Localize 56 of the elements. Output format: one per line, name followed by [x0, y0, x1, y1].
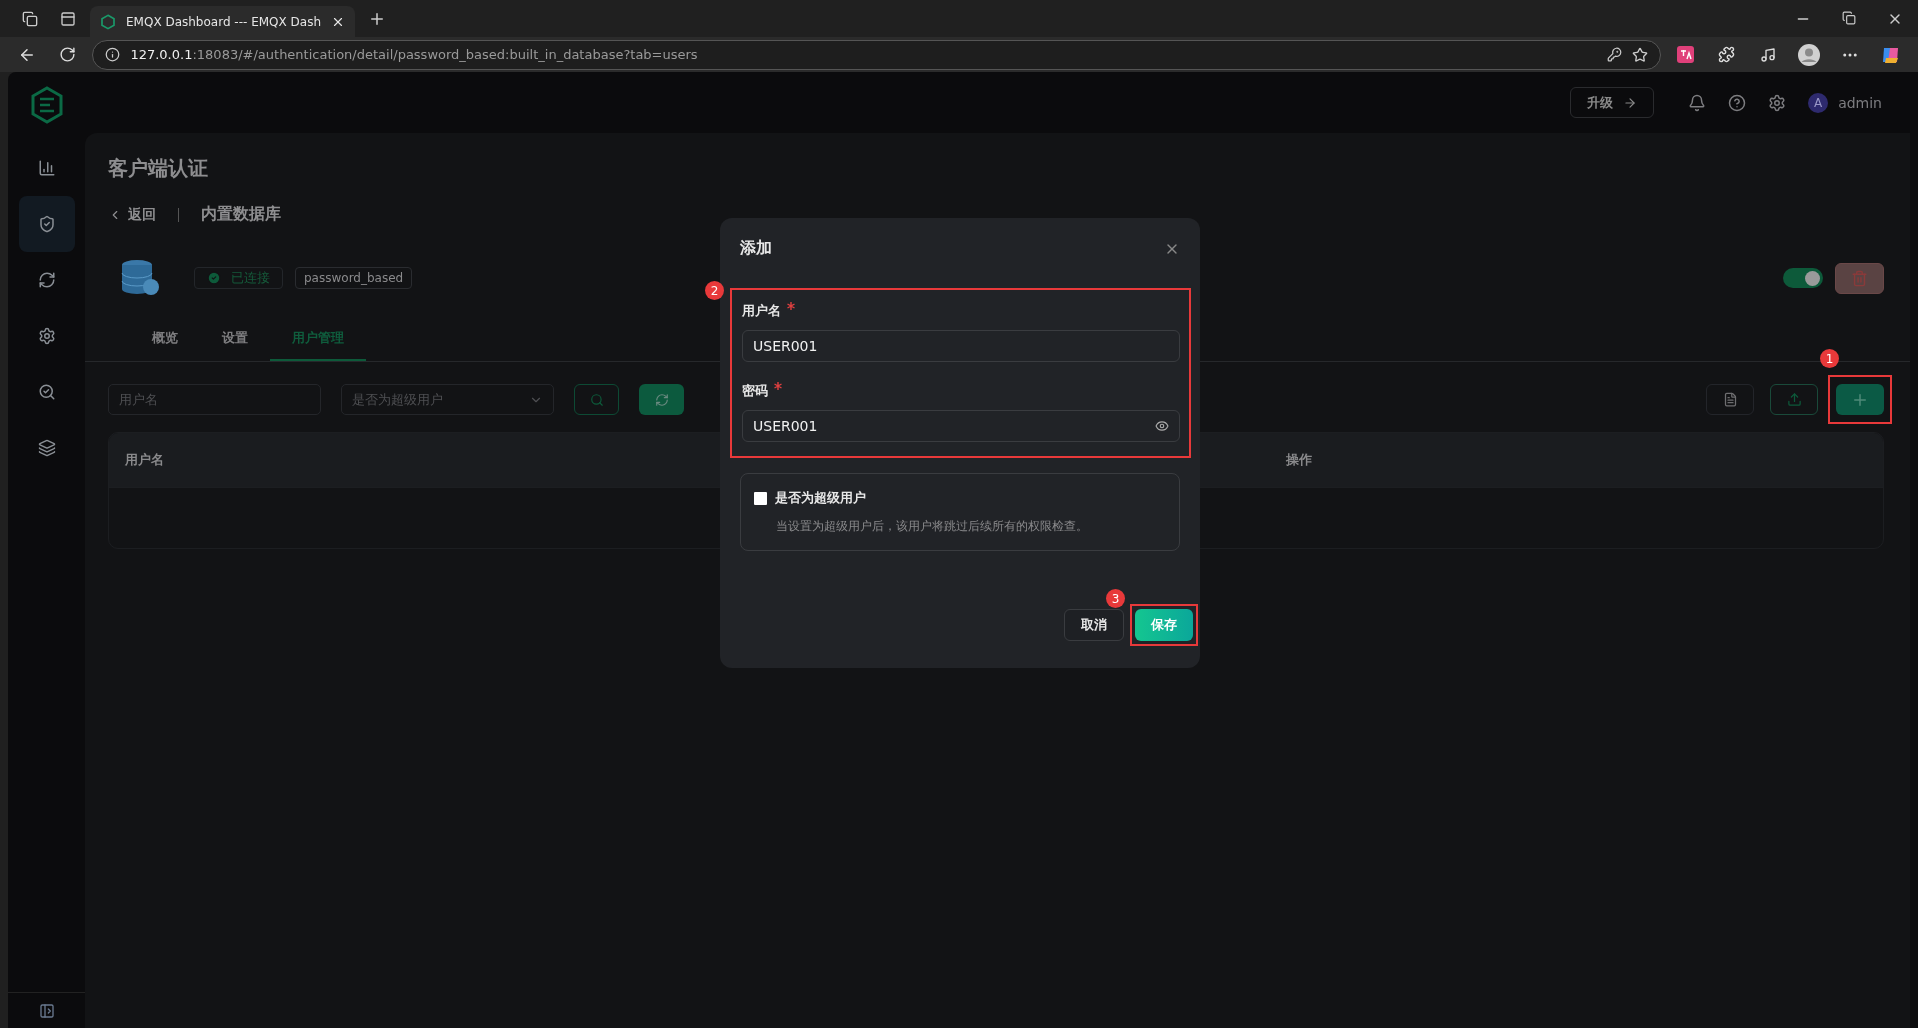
checkbox-label: 是否为超级用户 — [775, 489, 866, 507]
hexagon-icon — [100, 13, 116, 30]
upgrade-button[interactable]: 升级 — [1570, 87, 1655, 118]
trash-icon — [1851, 269, 1868, 287]
page-title: 客户端认证 — [108, 155, 209, 182]
add-button[interactable] — [1836, 384, 1884, 415]
column-header: 操作 — [1286, 451, 1314, 469]
cancel-button[interactable]: 取消 — [1064, 609, 1124, 641]
dialog-title: 添加 — [740, 238, 772, 259]
info-icon[interactable] — [105, 47, 121, 62]
chart-icon — [37, 159, 56, 177]
search-icon — [37, 383, 56, 401]
search-icon — [589, 392, 604, 407]
hint-text: 当设置为超级用户后，该用户将跳过后续所有的权限检查。 — [775, 518, 1089, 535]
database-icon — [120, 259, 160, 297]
key-icon[interactable] — [1606, 47, 1622, 62]
user-name[interactable]: admin — [1838, 94, 1882, 111]
column-header: 用户名 — [125, 451, 165, 469]
step-badge: 3 — [1106, 589, 1125, 608]
logo-icon — [29, 86, 64, 124]
delete-button[interactable] — [1835, 262, 1884, 294]
eye-icon[interactable] — [1155, 419, 1169, 433]
source-name: 内置数据库 — [201, 204, 281, 225]
bell-icon[interactable] — [1688, 93, 1707, 112]
back-link[interactable]: 返回 — [108, 205, 156, 224]
user-avatar[interactable]: A — [1808, 92, 1829, 113]
refresh-button[interactable] — [639, 384, 684, 415]
browser-tab[interactable]: EMQX Dashboard --- EMQX Dash — [90, 6, 355, 37]
document-button[interactable] — [1706, 384, 1754, 415]
save-button[interactable]: 保存 — [1135, 609, 1193, 641]
document-icon — [1722, 392, 1738, 407]
status-tag: 已连接 — [194, 267, 283, 289]
refresh-icon — [654, 392, 669, 407]
step-badge: 1 — [1820, 349, 1839, 368]
layers-icon — [37, 439, 56, 457]
password-field[interactable]: USER001 — [742, 410, 1180, 442]
help-icon[interactable] — [1728, 93, 1747, 112]
star-icon[interactable] — [1631, 46, 1648, 63]
tab[interactable]: 设置 — [200, 323, 270, 361]
settings-icon[interactable] — [1768, 93, 1787, 112]
type-tag: password_based — [295, 267, 413, 289]
sync-icon — [37, 271, 56, 289]
username-field[interactable]: USER001 — [742, 330, 1180, 362]
expand-icon[interactable] — [38, 1002, 55, 1019]
field-label: 用户名 — [742, 302, 781, 320]
shield-icon — [37, 215, 56, 233]
address-field[interactable]: 127.0.0.1:18083/#/authentication/detail/password_based:built_in_database?tab=users — [92, 39, 1661, 70]
enable-toggle[interactable] — [1783, 268, 1823, 288]
field-label: 密码 — [742, 382, 768, 400]
tab[interactable]: 概览 — [130, 323, 200, 361]
upload-icon — [1786, 392, 1802, 407]
arrow-icon — [1623, 95, 1638, 110]
check-icon — [207, 271, 221, 285]
superuser-checkbox[interactable] — [754, 491, 767, 505]
sidebar-item[interactable] — [18, 196, 75, 252]
gear-icon — [37, 327, 56, 345]
